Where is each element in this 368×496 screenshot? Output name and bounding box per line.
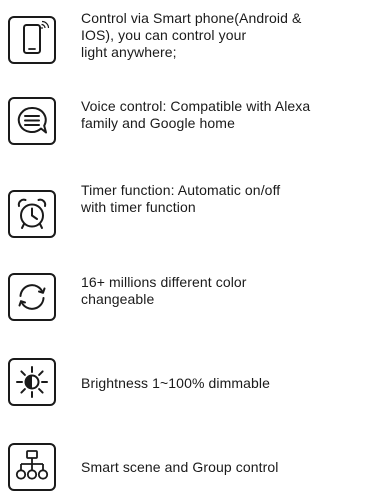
feature-text-smart-phone: Control via Smart phone(Android & IOS), … — [81, 10, 363, 61]
feature-line: Voice control: Compatible with Alexa — [81, 98, 311, 114]
feature-line: Control via Smart phone(Android & — [81, 10, 302, 26]
brightness-icon — [8, 358, 56, 406]
feature-line: light anywhere; — [81, 44, 177, 60]
feature-line: 16+ millions different color — [81, 274, 247, 290]
feature-text-group-control: Smart scene and Group control — [81, 459, 363, 476]
feature-line: Smart scene and Group control — [81, 459, 279, 475]
feature-line: changeable — [81, 291, 155, 307]
feature-line: Timer function: Automatic on/off — [81, 182, 281, 198]
feature-text-brightness: Brightness 1~100% dimmable — [81, 375, 363, 392]
network-hierarchy-icon — [8, 443, 56, 491]
feature-text-color: 16+ millions different color changeable — [81, 274, 363, 308]
feature-line: family and Google home — [81, 115, 235, 131]
feature-line: IOS), you can control your — [81, 27, 247, 43]
chat-bubble-icon — [8, 97, 56, 145]
alarm-clock-icon — [8, 190, 56, 238]
feature-line: with timer function — [81, 199, 196, 215]
smartphone-icon — [8, 16, 56, 64]
feature-text-timer: Timer function: Automatic on/off with ti… — [81, 182, 363, 216]
refresh-cycle-icon — [8, 273, 56, 321]
feature-line: Brightness 1~100% dimmable — [81, 375, 270, 391]
feature-text-voice-control: Voice control: Compatible with Alexa fam… — [81, 98, 363, 132]
